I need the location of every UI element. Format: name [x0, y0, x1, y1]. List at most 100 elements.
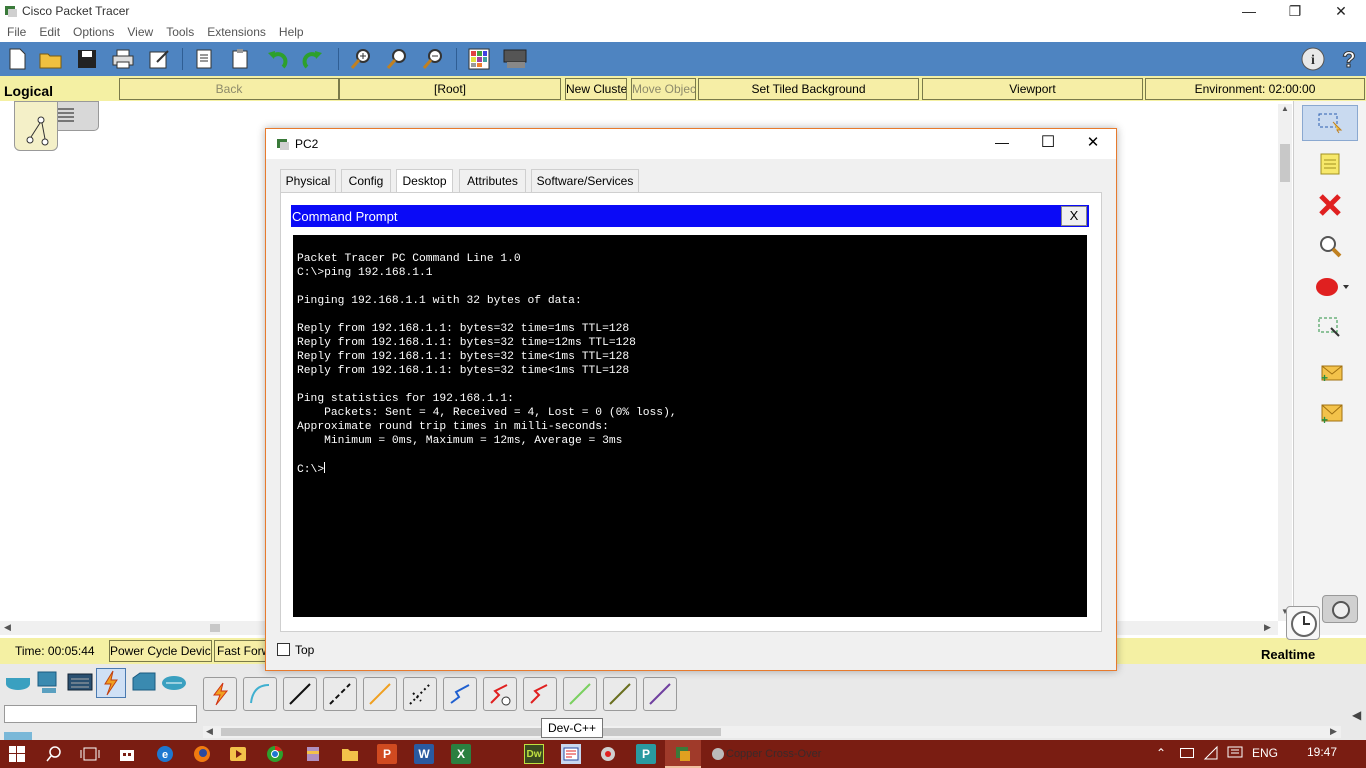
- word-icon[interactable]: W: [414, 744, 434, 764]
- menu-view[interactable]: View: [120, 22, 159, 39]
- activity-wizard-icon[interactable]: [146, 46, 172, 72]
- custom-device-icon[interactable]: [502, 46, 528, 72]
- dev-cpp-icon[interactable]: [561, 744, 581, 764]
- paste-icon[interactable]: [228, 46, 254, 72]
- workspace-vertical-scrollbar[interactable]: ▲ ▼: [1278, 104, 1292, 621]
- set-tiled-background-button[interactable]: Set Tiled Background: [698, 78, 919, 100]
- open-folder-icon[interactable]: [38, 46, 64, 72]
- tab-software-services[interactable]: Software/Services: [531, 169, 639, 193]
- end-devices-category-icon[interactable]: [34, 670, 62, 696]
- scroll-up-icon[interactable]: ▲: [1281, 104, 1289, 113]
- tab-config[interactable]: Config: [341, 169, 391, 193]
- move-object-button[interactable]: Move Object: [631, 78, 696, 100]
- menu-help[interactable]: Help: [272, 22, 310, 39]
- scroll-left-icon[interactable]: ◀: [206, 726, 213, 737]
- system-clock[interactable]: 19:47: [1307, 745, 1337, 759]
- edge-browser-icon[interactable]: e: [155, 744, 175, 764]
- miscellaneous-category-icon[interactable]: [130, 670, 158, 696]
- viewport-button[interactable]: Viewport: [922, 78, 1143, 100]
- undo-icon[interactable]: [264, 46, 290, 72]
- network-app-icon[interactable]: [598, 744, 618, 764]
- top-checkbox[interactable]: [277, 643, 290, 656]
- device-category-tab[interactable]: [4, 732, 32, 740]
- winrar-icon[interactable]: [303, 744, 323, 764]
- print-icon[interactable]: [110, 46, 136, 72]
- select-tool-icon[interactable]: [1302, 105, 1358, 141]
- root-button[interactable]: [Root]: [339, 78, 561, 100]
- zoom-out-icon[interactable]: [420, 46, 446, 72]
- add-simple-pdu-icon[interactable]: +: [1302, 355, 1358, 391]
- dialog-close-button[interactable]: ✕: [1071, 133, 1115, 155]
- file-explorer-icon[interactable]: [340, 744, 360, 764]
- search-icon[interactable]: [44, 744, 64, 764]
- excel-icon[interactable]: X: [451, 744, 471, 764]
- packet-tracer-taskbar-button[interactable]: [665, 740, 701, 768]
- windows-start-icon[interactable]: [7, 744, 27, 764]
- chrome-icon[interactable]: [265, 744, 285, 764]
- menu-file[interactable]: File: [0, 22, 32, 39]
- redo-icon[interactable]: [300, 46, 326, 72]
- palette-icon[interactable]: [466, 46, 492, 72]
- tab-physical[interactable]: Physical: [280, 169, 336, 193]
- resize-shape-tool-icon[interactable]: [1302, 310, 1358, 346]
- show-hidden-icons-icon[interactable]: ⌃: [1156, 746, 1166, 760]
- dreamweaver-icon[interactable]: Dw: [524, 744, 544, 764]
- minimize-button[interactable]: —: [1226, 0, 1272, 22]
- restore-button[interactable]: ❐: [1272, 0, 1318, 22]
- zoom-in-icon[interactable]: [348, 46, 374, 72]
- network-devices-category-icon[interactable]: [4, 670, 32, 696]
- coaxial-cable-icon[interactable]: [443, 677, 477, 711]
- vertical-scroll-thumb[interactable]: [1280, 144, 1290, 182]
- phone-cable-icon[interactable]: [403, 677, 437, 711]
- console-cable-icon[interactable]: [243, 677, 277, 711]
- serial-dce-cable-icon[interactable]: [483, 677, 517, 711]
- menu-extensions[interactable]: Extensions: [200, 22, 272, 39]
- task-view-icon[interactable]: [80, 744, 100, 764]
- new-cluster-button[interactable]: New Cluster: [565, 78, 627, 100]
- scroll-left-icon[interactable]: ◀: [4, 622, 11, 633]
- inspect-tool-icon[interactable]: [1302, 228, 1358, 264]
- publisher-icon[interactable]: P: [636, 744, 656, 764]
- powerpoint-icon[interactable]: P: [377, 744, 397, 764]
- help-icon[interactable]: ?: [1336, 46, 1362, 72]
- menu-tools[interactable]: Tools: [159, 22, 200, 39]
- scroll-right-icon[interactable]: ▶: [1330, 726, 1337, 737]
- battery-icon[interactable]: [1180, 748, 1194, 758]
- device-list-scrollbar[interactable]: ◀ ▶: [203, 726, 1341, 738]
- components-category-icon[interactable]: [66, 670, 94, 696]
- power-cycle-devices-button[interactable]: Power Cycle Devices: [109, 640, 212, 662]
- automatic-connection-icon[interactable]: [203, 677, 237, 711]
- copy-icon[interactable]: [192, 46, 218, 72]
- dialog-maximize-button[interactable]: ☐: [1025, 132, 1071, 154]
- logical-view-toggle[interactable]: [14, 101, 99, 151]
- command-prompt-terminal[interactable]: Packet Tracer PC Command Line 1.0 C:\>pin…: [293, 235, 1087, 617]
- realtime-mode-button[interactable]: [1286, 606, 1320, 640]
- copper-straight-through-icon[interactable]: [283, 677, 317, 711]
- copper-cross-over-icon[interactable]: [323, 677, 357, 711]
- environment-button[interactable]: Environment: 02:00:00: [1145, 78, 1365, 100]
- usb-cable-icon[interactable]: [643, 677, 677, 711]
- input-language-indicator[interactable]: ENG: [1252, 746, 1278, 760]
- new-file-icon[interactable]: [4, 46, 30, 72]
- delete-tool-icon[interactable]: [1302, 187, 1358, 223]
- wifi-icon[interactable]: [1203, 745, 1219, 761]
- fast-forward-time-button[interactable]: Fast Forwa: [214, 640, 266, 662]
- device-search-field[interactable]: [4, 705, 197, 723]
- add-complex-pdu-icon[interactable]: +: [1302, 396, 1358, 432]
- zoom-reset-icon[interactable]: [384, 46, 410, 72]
- serial-dte-cable-icon[interactable]: [523, 677, 557, 711]
- device-list-scroll-thumb[interactable]: [221, 728, 721, 736]
- command-prompt-close-button[interactable]: X: [1061, 206, 1087, 226]
- firefox-icon[interactable]: [192, 744, 212, 764]
- connections-category-icon[interactable]: [96, 668, 126, 698]
- menu-edit[interactable]: Edit: [32, 22, 66, 39]
- horizontal-scroll-thumb[interactable]: [210, 624, 220, 632]
- collapse-panel-icon[interactable]: ◀: [1352, 708, 1361, 722]
- tab-attributes[interactable]: Attributes: [459, 169, 526, 193]
- fiber-cable-icon[interactable]: [363, 677, 397, 711]
- draw-ellipse-tool-icon[interactable]: [1302, 269, 1358, 305]
- note-tool-icon[interactable]: [1302, 146, 1358, 182]
- octal-cable-icon[interactable]: [563, 677, 597, 711]
- dialog-minimize-button[interactable]: —: [979, 134, 1025, 154]
- notification-icon[interactable]: [1227, 746, 1243, 760]
